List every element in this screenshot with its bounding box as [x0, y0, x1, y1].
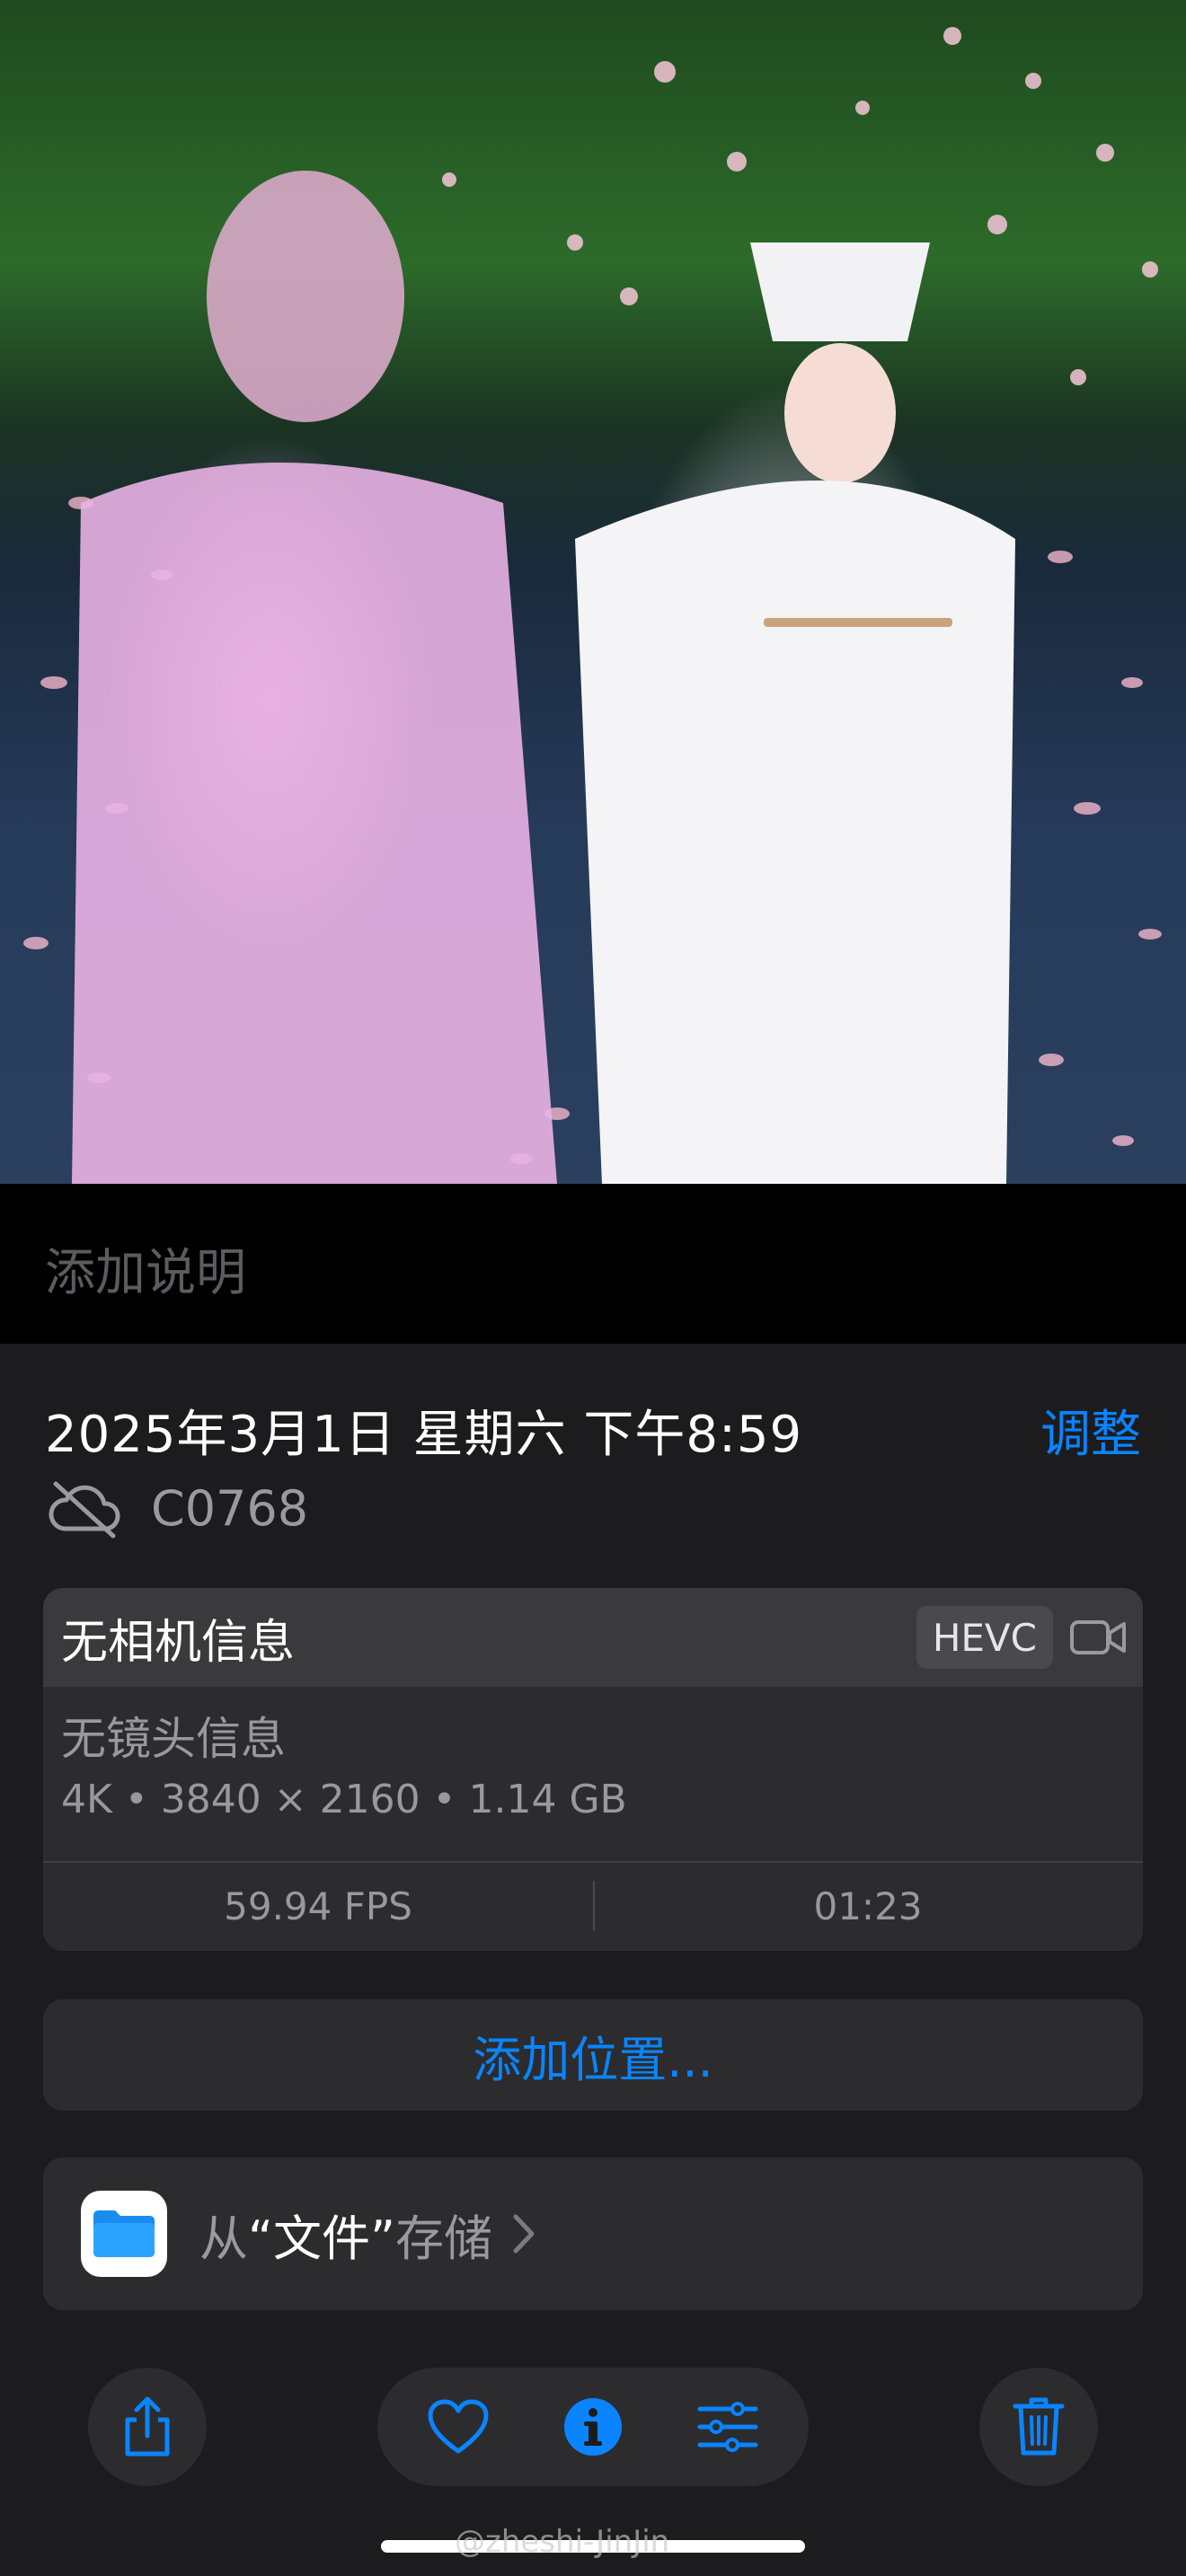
heart-icon — [428, 2399, 489, 2454]
delete-button[interactable] — [979, 2368, 1098, 2486]
edit-adjust-button[interactable] — [692, 2391, 764, 2463]
video-duration: 01:23 — [813, 1883, 923, 1928]
caption-placeholder[interactable]: 添加说明 — [45, 1232, 246, 1305]
share-icon — [125, 2396, 170, 2457]
files-app-name: “文件” — [248, 2210, 395, 2267]
camera-info-header: 无相机信息 HEVC — [43, 1588, 1143, 1687]
icloud-status: C0768 — [45, 1477, 308, 1539]
photo-actions-group — [377, 2368, 809, 2486]
files-app-icon — [81, 2191, 167, 2277]
video-camera-icon — [1070, 1620, 1126, 1654]
frame-rate: 59.94 FPS — [224, 1883, 412, 1928]
files-prefix: 从 — [199, 2210, 248, 2267]
codec-badge: HEVC — [916, 1606, 1053, 1669]
file-name: C0768 — [151, 1479, 309, 1537]
video-specs: 4K • 3840 × 2160 • 1.14 GB — [61, 1777, 627, 1822]
share-button[interactable] — [88, 2368, 207, 2486]
capture-date: 2025年3月1日 星期六 下午8:59 — [45, 1406, 803, 1464]
favorite-button[interactable] — [422, 2391, 494, 2463]
cloud-off-icon — [49, 1481, 120, 1539]
add-location-button[interactable]: 添加位置... — [43, 1999, 1143, 2111]
photo-view[interactable] — [0, 0, 1186, 1184]
chevron-right-icon — [513, 2214, 535, 2254]
info-button[interactable] — [557, 2391, 629, 2463]
adjust-date-button[interactable]: 调整 — [1040, 1394, 1141, 1467]
caption-area[interactable]: 添加说明 — [0, 1184, 1186, 1344]
trash-icon — [1013, 2397, 1065, 2456]
lens-info: 无镜头信息 — [61, 1713, 286, 1765]
files-suffix: 存储 — [394, 2210, 492, 2267]
camera-title: 无相机信息 — [61, 1615, 296, 1670]
watermark: @zheshi-JinJin — [455, 2524, 670, 2560]
files-storage-row[interactable]: 从“文件”存储 — [43, 2157, 1143, 2310]
camera-info-card: 无相机信息 HEVC 无镜头信息 4K • 3840 × 2160 • 1.14… — [43, 1588, 1143, 1951]
adjust-sliders-icon — [697, 2402, 758, 2452]
info-icon — [564, 2398, 622, 2456]
files-storage-label: 从“文件”存储 — [199, 2199, 492, 2270]
photo-image — [23, 27, 1162, 1184]
